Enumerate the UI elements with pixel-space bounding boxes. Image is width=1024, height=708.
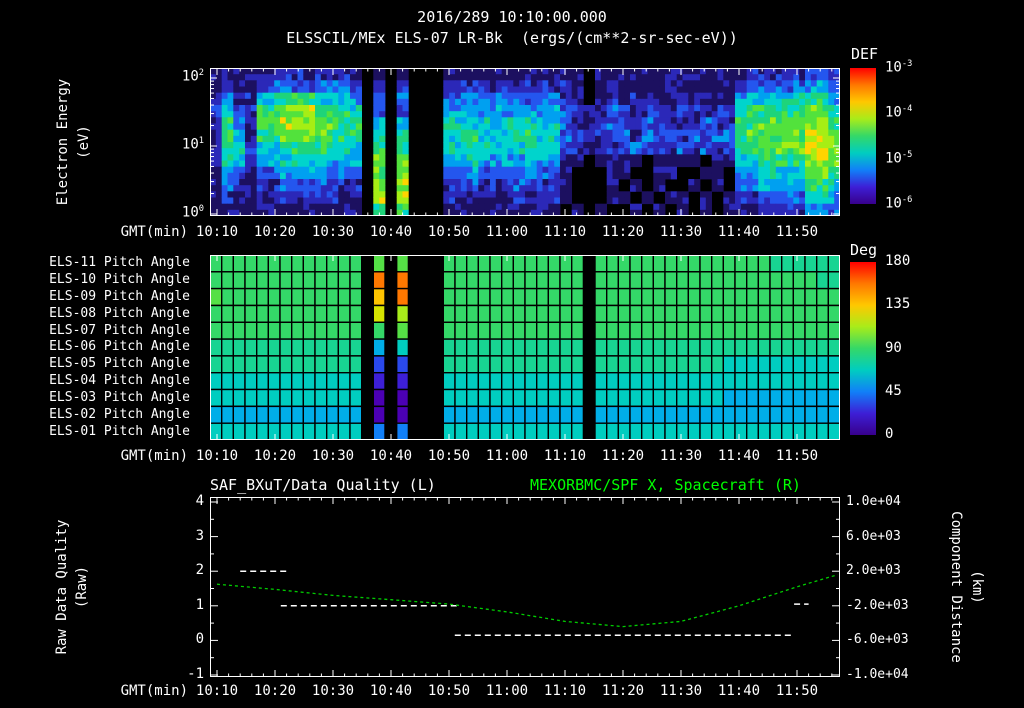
pitch-row-label: ELS-05 Pitch Angle	[49, 356, 190, 372]
distance-tick-label: -2.0e+03	[846, 597, 909, 613]
spec-ylabel-line1: Electron Energy	[55, 78, 71, 206]
time-tick-label: 11:50	[775, 224, 819, 240]
time-tick-label: 11:30	[659, 224, 703, 240]
time-tick-label: 10:50	[427, 683, 471, 699]
pitch-row-label: ELS-07 Pitch Angle	[49, 322, 190, 338]
distance-tick-label: -1.0e+04	[846, 667, 909, 682]
time-tick-label: 11:20	[601, 448, 645, 464]
deg-tick-label: 0	[885, 426, 894, 442]
spectrogram-panel	[210, 68, 840, 216]
quality-tick-label: 4	[195, 493, 204, 509]
time-tick-label: 10:20	[253, 448, 297, 464]
spec-ytick-label: 102	[181, 68, 204, 85]
def-colorbar	[850, 68, 876, 204]
quality-tick-label: 0	[195, 631, 204, 648]
time-tick-label: 11:10	[543, 448, 587, 464]
spacecraft-x-curve	[216, 574, 838, 628]
time-tick-label: 10:30	[311, 448, 355, 464]
pitch-cells	[210, 255, 840, 440]
deg-tick-label: 135	[885, 296, 911, 313]
quality-tick-label: -1	[187, 666, 204, 682]
time-tick-label: 10:10	[195, 448, 239, 464]
def-tick-label: 10-3	[885, 59, 913, 76]
time-tick-label: 10:40	[369, 683, 413, 699]
deg-colorbar	[850, 262, 876, 435]
distance-tick-label: 1.0e+04	[846, 494, 901, 509]
quality-segments	[240, 570, 809, 636]
def-tick-label: 10-6	[885, 194, 913, 212]
time-axis-3: GMT(min) 10:10 10:20 10:30 10:40 10:50 11:00 11…	[0, 683, 1024, 700]
time-tick-label: 11:50	[775, 683, 819, 699]
time-tick-label: 11:40	[717, 224, 761, 240]
time-tick-label: 11:00	[485, 224, 529, 240]
pitch-row-label: ELS-01 Pitch Angle	[49, 423, 190, 439]
pitch-row-label: ELS-10 Pitch Angle	[49, 272, 190, 288]
time-tick-label: 10:50	[427, 224, 471, 240]
time-tick-label: 11:40	[717, 683, 761, 699]
colorbar-def-title: DEF	[851, 45, 879, 63]
line-axes	[210, 497, 840, 677]
deg-tick-label: 180	[885, 253, 911, 269]
time-tick-label: 11:00	[485, 683, 529, 699]
time-axis-1: GMT(min) 10:10 10:20 10:30 10:40 10:50 11:00 11…	[0, 224, 1024, 241]
time-tick-label: 10:20	[253, 683, 297, 699]
distance-tick-label: -6.0e+03	[846, 632, 909, 648]
deg-tick-label: 90	[885, 339, 902, 356]
line-chart	[210, 497, 840, 677]
time-tick-label: 11:30	[659, 683, 703, 699]
pitch-row-label: ELS-04 Pitch Angle	[49, 373, 190, 389]
pitch-row-label: ELS-09 Pitch Angle	[49, 289, 190, 305]
plot-window: 2016/289 10:10:00.000 ELSSCIL/MEx ELS-07…	[0, 0, 1024, 708]
line-title-right: MEXORBMC/SPF X, Spacecraft (R)	[530, 476, 801, 494]
line-ylabel-right-line1: Component Distance	[948, 511, 964, 663]
time-tick-label: 11:10	[543, 683, 587, 699]
time-tick-label: 11:20	[601, 224, 645, 240]
line-title-left: SAF_BXuT/Data Quality (L)	[210, 476, 436, 494]
time-tick-label: 10:40	[369, 448, 413, 464]
line-ylabel-right-line2: (km)	[969, 570, 985, 604]
time-tick-label: 10:50	[427, 448, 471, 464]
line-ylabel-left-line2: (Raw)	[74, 565, 90, 609]
spec-ytick-label: 101	[181, 136, 204, 153]
pitch-angle-panel	[210, 255, 840, 440]
line-panel	[210, 497, 840, 677]
spec-ytick-label: 100	[181, 204, 204, 221]
spec-ylabel-line2: (eV)	[76, 125, 92, 159]
time-tick-label: 10:10	[195, 683, 239, 699]
time-tick-label: 10:30	[311, 224, 355, 240]
pitch-row-label: ELS-11 Pitch Angle	[49, 255, 190, 271]
time-tick-label: 11:20	[601, 683, 645, 699]
time-axis-title: GMT(min)	[120, 448, 188, 464]
quality-tick-label: 2	[195, 562, 204, 579]
time-axis-title: GMT(min)	[120, 683, 188, 699]
time-tick-label: 11:30	[659, 448, 703, 464]
time-tick-label: 10:10	[195, 224, 239, 240]
pitch-row-label: ELS-08 Pitch Angle	[49, 305, 190, 321]
time-tick-label: 11:50	[775, 448, 819, 464]
datetime-title: 2016/289 10:10:00.000	[417, 8, 607, 26]
colorbar-deg-title: Deg	[850, 241, 878, 259]
time-tick-label: 10:40	[369, 224, 413, 240]
deg-tick-label: 45	[885, 382, 902, 399]
distance-tick-label: 2.0e+03	[846, 563, 901, 579]
pitch-row-label: ELS-06 Pitch Angle	[49, 339, 190, 355]
pitch-angle-grid	[210, 255, 840, 440]
time-axis-title: GMT(min)	[120, 224, 188, 240]
spectrogram	[210, 68, 840, 216]
pitch-row-label: ELS-02 Pitch Angle	[49, 406, 190, 422]
time-tick-label: 10:30	[311, 683, 355, 699]
distance-tick-label: 6.0e+03	[846, 528, 901, 544]
pitch-row-label: ELS-03 Pitch Angle	[49, 389, 190, 405]
line-ylabel-left-line1: Raw Data Quality	[54, 519, 70, 655]
time-axis-2: GMT(min) 10:10 10:20 10:30 10:40 10:50 11:00 11…	[0, 448, 1024, 465]
time-tick-label: 11:00	[485, 448, 529, 464]
time-tick-label: 11:10	[543, 224, 587, 240]
def-tick-label: 10-5	[885, 149, 913, 167]
quality-tick-label: 3	[195, 527, 204, 544]
time-tick-label: 10:20	[253, 224, 297, 240]
quality-tick-label: 1	[195, 596, 204, 613]
def-tick-label: 10-4	[885, 104, 913, 121]
time-tick-label: 11:40	[717, 448, 761, 464]
spectrogram-cells	[210, 68, 840, 216]
